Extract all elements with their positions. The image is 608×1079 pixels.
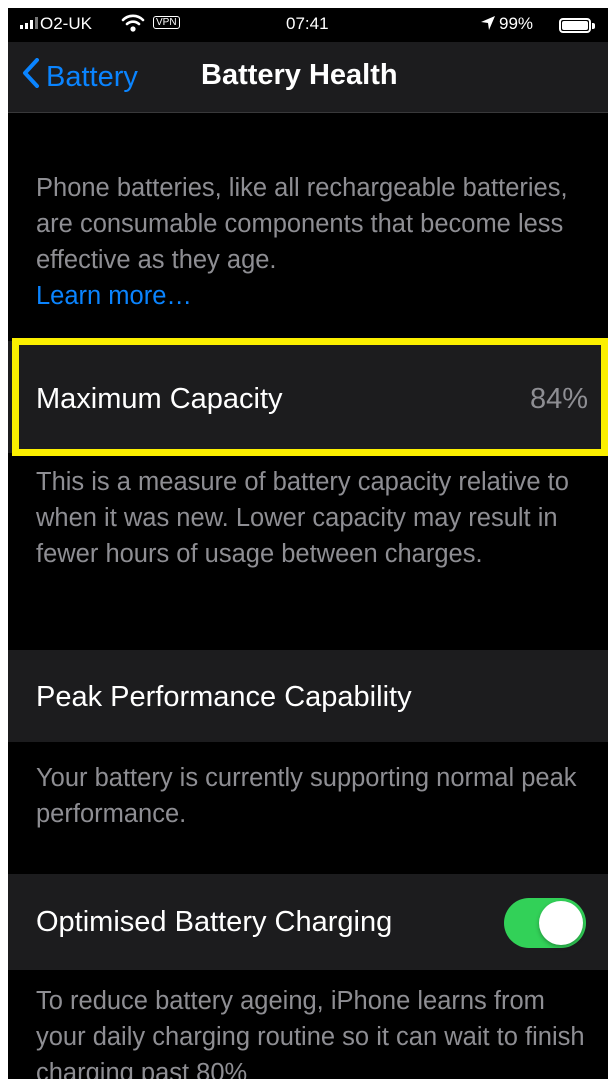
maximum-capacity-value: 84% — [529, 383, 588, 415]
page-title: Battery Health — [201, 59, 398, 91]
chevron-left-icon — [22, 58, 40, 96]
peak-performance-description: Your battery is currently supporting nor… — [36, 764, 577, 828]
intro-text: Phone batteries, like all rechargeable b… — [36, 174, 568, 274]
toggle-knob — [539, 901, 583, 945]
optimised-charging-description: To reduce battery ageing, iPhone learns … — [36, 987, 585, 1079]
optimised-charging-label: Optimised Battery Charging — [36, 906, 393, 938]
maximum-capacity-description: This is a measure of battery capacity re… — [36, 468, 569, 568]
navigation-bar: Battery Battery Health — [8, 42, 608, 113]
signal-icon — [20, 17, 38, 29]
optimised-charging-toggle[interactable] — [504, 898, 586, 948]
location-icon — [480, 15, 496, 36]
battery-icon — [559, 18, 591, 33]
peak-performance-row: Peak Performance Capability — [8, 650, 608, 742]
intro-text-block: Phone batteries, like all rechargeable b… — [36, 170, 591, 314]
battery-fill — [562, 21, 588, 30]
maximum-capacity-label: Maximum Capacity — [36, 383, 283, 415]
vpn-badge: VPN — [153, 16, 180, 29]
wifi-icon — [121, 13, 145, 38]
back-button[interactable]: Battery — [22, 58, 138, 96]
learn-more-link[interactable]: Learn more… — [36, 282, 192, 310]
status-bar: O2-UK VPN 07:41 99% — [8, 8, 608, 42]
battery-cap — [592, 23, 595, 29]
battery-health-screen: O2-UK VPN 07:41 99% Battery Battery Heal… — [8, 8, 608, 1079]
optimised-charging-row: Optimised Battery Charging — [8, 874, 608, 970]
carrier-name: O2-UK — [40, 14, 92, 33]
back-button-label: Battery — [46, 60, 138, 93]
peak-performance-label: Peak Performance Capability — [36, 681, 412, 713]
status-time: 07:41 — [286, 14, 329, 33]
battery-percent: 99% — [499, 14, 534, 33]
maximum-capacity-row: Maximum Capacity 84% — [8, 341, 608, 453]
